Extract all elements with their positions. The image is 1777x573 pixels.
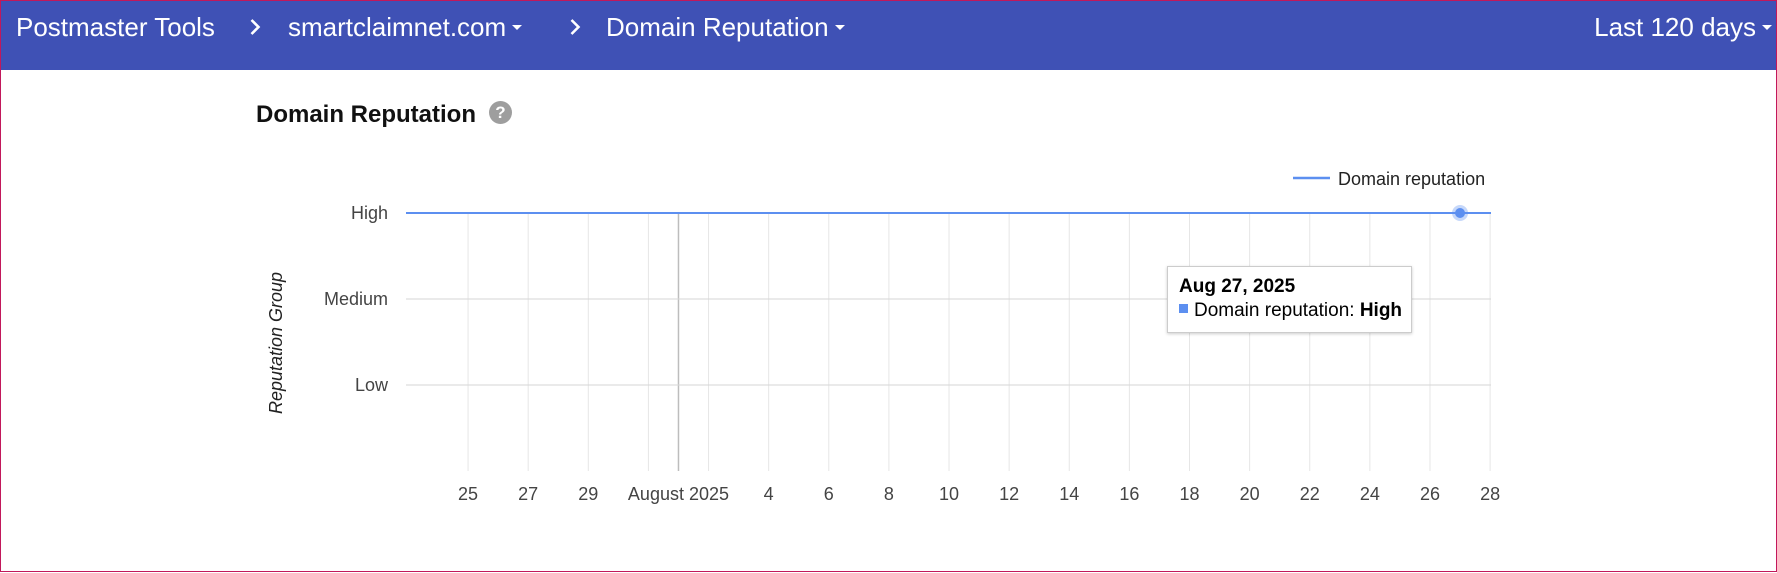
x-tick-label: 4 xyxy=(764,484,774,504)
x-tick-label: 29 xyxy=(578,484,598,504)
tooltip-value: High xyxy=(1359,300,1403,321)
x-tick-label: 14 xyxy=(1059,484,1079,504)
x-tick-label: 20 xyxy=(1240,484,1260,504)
reputation-chart: Low Medium High 25 27 29 August 2025 4 6 8 10 12 14 1… xyxy=(266,169,1500,504)
x-tick-label: 26 xyxy=(1420,484,1440,504)
x-tick-label: 16 xyxy=(1119,484,1139,504)
x-tick-label: 6 xyxy=(824,484,834,504)
series-swatch xyxy=(1179,304,1188,314)
x-tick-label: 22 xyxy=(1300,484,1320,504)
x-tick-label: 27 xyxy=(518,484,538,504)
data-point-highlight xyxy=(1455,208,1466,218)
x-tick-label: 10 xyxy=(939,484,959,504)
tooltip-date: Aug 27, 2025 xyxy=(1179,276,1296,297)
x-tick-label: 18 xyxy=(1179,484,1199,504)
x-tick-label: 28 xyxy=(1480,484,1500,504)
x-tick-label: 8 xyxy=(884,484,894,504)
chart-tooltip: Aug 27, 2025 Domain reputation: High xyxy=(1167,266,1412,333)
x-tick-label: August 2025 xyxy=(628,484,729,504)
y-axis-title: Reputation Group xyxy=(266,272,286,414)
y-tick-label: Medium xyxy=(324,289,388,309)
legend-label: Domain reputation xyxy=(1338,169,1485,189)
tooltip-row: Domain reputation: High xyxy=(1179,298,1403,324)
tooltip-series-label: Domain reputation: xyxy=(1194,300,1355,321)
x-tick-label: 24 xyxy=(1360,484,1380,504)
x-tick-label: 25 xyxy=(458,484,478,504)
y-tick-label: Low xyxy=(355,375,389,395)
x-tick-label: 12 xyxy=(999,484,1019,504)
y-tick-label: High xyxy=(351,203,388,223)
